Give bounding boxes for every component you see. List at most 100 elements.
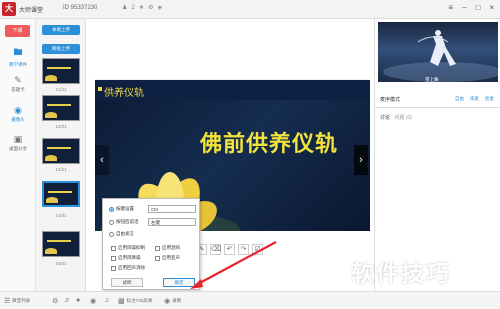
volume-button[interactable]: ♫ [104,297,109,304]
camera-icon: ◉ [14,105,22,115]
free-speech-option[interactable]: 自由发言 [109,231,134,237]
dancer-video-frame [383,30,498,82]
test-listen-button[interactable]: 试听 [111,278,143,287]
discussion-tab[interactable]: 讨论 问题 (0) [380,114,412,121]
mic-mode-queue[interactable]: 排麦 [470,96,479,102]
slide-thumbnail[interactable] [42,138,80,164]
teacher-list-button[interactable]: ☰ 教室列表 [4,297,30,305]
previous-slide-button[interactable]: ‹ [95,145,109,175]
confirm-button[interactable]: 确定 [163,278,195,287]
nav-item-answer-card[interactable]: ✎ 答题卡 [0,75,36,93]
microphone-icon: ● [76,297,81,304]
checkbox-label: 启用变声 [162,255,180,260]
speaker-icon: ♬ [64,297,71,304]
quality-label: 标注720高清 [126,298,153,303]
cloud-upload-button[interactable]: 网盘上传 [42,44,80,54]
close-icon[interactable]: × [489,3,494,12]
mic-mode-free[interactable]: 自由 [455,96,464,102]
mic-mode-label: 麦序模式 [380,97,401,103]
nav-item-label: 教学课件 [9,62,27,67]
left-nav: 下课 🖿 教学课件 ✎ 答题卡 ◉ 摄像头 ▣ 桌面分享 [0,19,36,291]
checkbox-box[interactable] [111,255,116,261]
end-class-button[interactable]: 下课 [5,25,30,37]
checkbox-wind-noise[interactable]: 启用风噪抑制 [111,245,145,251]
bottom-bar: ☰ 教室列表 ⚙ ♬ ● ◉ ♫ ▩ 标注720高清 ◉ 录制 [0,291,500,309]
slide-title: 佛前供养仪轨 [200,131,339,157]
mic-mode-grab[interactable]: 抢麦 [485,96,494,102]
hotkey-input[interactable]: Ctrl [148,205,196,213]
list-icon: ☰ [4,298,11,305]
radio-push-to-talk[interactable] [109,219,114,225]
thumbnail-page-number: 11/31 [55,87,67,92]
gear-icon[interactable]: ⚙ [148,4,153,11]
record-label: 录制 [172,298,182,303]
checkbox-reverb[interactable]: 启用混响 [155,245,180,251]
next-slide-button[interactable]: › [354,145,368,175]
checkbox-label: 启用混响 [162,245,180,250]
mic-mode-links: 自由 排麦 抢麦 [455,96,494,102]
menu-icon[interactable]: ≡ [448,3,453,12]
push-to-talk-option[interactable]: 按钮后说话 [109,219,139,225]
people-icon: ♟ [122,5,128,11]
teacher-video[interactable] [378,22,498,82]
app-title: 大师课堂 [19,8,44,14]
checkbox-box[interactable] [155,255,160,261]
slide-thumbnail[interactable] [42,58,80,84]
nav-item-camera[interactable]: ◉ 摄像头 [0,105,36,123]
title-bar-icons: ♟ 2 ★ ⚙ ◈ [122,4,163,12]
checkbox-box[interactable] [111,245,116,251]
checkbox-noise-reduction[interactable]: 启用风降噪 [111,255,141,261]
room-id: ID 95337230 [63,5,98,11]
minimize-icon[interactable]: – [462,3,466,12]
checkbox-voice-change[interactable]: 启用变声 [155,255,180,261]
push-to-talk-label: 按钮后说话 [116,219,139,224]
radio-free-speech[interactable] [109,231,114,237]
microphone-button[interactable]: ● [76,297,80,304]
gear-icon: ⚙ [52,298,59,305]
radio-key-setting[interactable] [109,206,114,212]
quality-button[interactable]: ▩ 标注720高清 [118,297,152,305]
record-button[interactable]: ◉ 录制 [164,297,181,305]
mouse-button-input[interactable]: 左键 [148,218,196,226]
local-upload-button[interactable]: 本地上传 [42,25,80,35]
nav-item-screen-share[interactable]: ▣ 桌面分享 [0,134,36,152]
speaker-button[interactable]: ♬ [64,297,71,304]
nav-item-courseware[interactable]: 🖿 教学课件 [0,45,36,68]
thumbnail-page-number: 15/31 [55,261,67,266]
checkbox-box[interactable] [111,265,116,271]
shield-icon[interactable]: ◈ [158,4,163,11]
checkbox-echo-cancel[interactable]: 启用回声消除 [111,265,145,271]
bottom-gear-button[interactable]: ⚙ [52,297,58,305]
slide-heading-marker [98,87,102,91]
audio-settings-popup: 按键设置 Ctrl 按钮后说话 左键 自由发言 启用风噪抑制 启用混响 启用风降… [102,198,200,290]
drawing-toolbar: ✎ ⌫ ↶ ↷ ☑ [196,244,283,256]
answer-card-icon: ✎ [14,75,22,85]
redo-icon[interactable]: ↷ [238,244,249,255]
free-speech-label: 自由发言 [116,231,134,236]
record-bottom-button[interactable]: ◉ [90,297,96,305]
teacher-list-label: 教室列表 [12,298,31,303]
thumbnail-page-number: 12/31 [55,124,67,129]
volume-icon: ♫ [104,297,110,304]
right-panel: 雪上舞 麦序模式 自由 排麦 抢麦 讨论 问题 (0) [374,19,500,291]
slide-thumbnail[interactable] [42,95,80,121]
thumbnail-page-number: 14/31 [55,213,67,218]
people-count: 2 [131,4,135,11]
lock-icon[interactable]: ☑ [252,244,263,255]
record-icon: ◉ [164,298,171,305]
undo-icon[interactable]: ↶ [224,244,235,255]
checkbox-label: 启用风降噪 [118,255,141,260]
checkbox-box[interactable] [155,245,160,251]
star-icon[interactable]: ★ [139,4,144,11]
key-setting-label: 按键设置 [116,206,134,211]
eraser-icon[interactable]: ⌫ [210,244,221,255]
nav-item-label: 摄像头 [11,117,25,122]
slide-thumbnail-list[interactable]: 本地上传 网盘上传 11/31 12/31 13/31 14/31 15/31 [36,19,86,291]
slide-thumbnail[interactable] [42,231,80,257]
qa-label: 问题 (0) [394,115,412,121]
slide-thumbnail-selected[interactable] [42,181,80,207]
discussion-label: 讨论 [380,115,391,121]
maximize-icon[interactable]: □ [475,3,480,12]
slide-heading: 供养仪轨 [104,88,144,99]
key-setting-option[interactable]: 按键设置 [109,206,134,212]
